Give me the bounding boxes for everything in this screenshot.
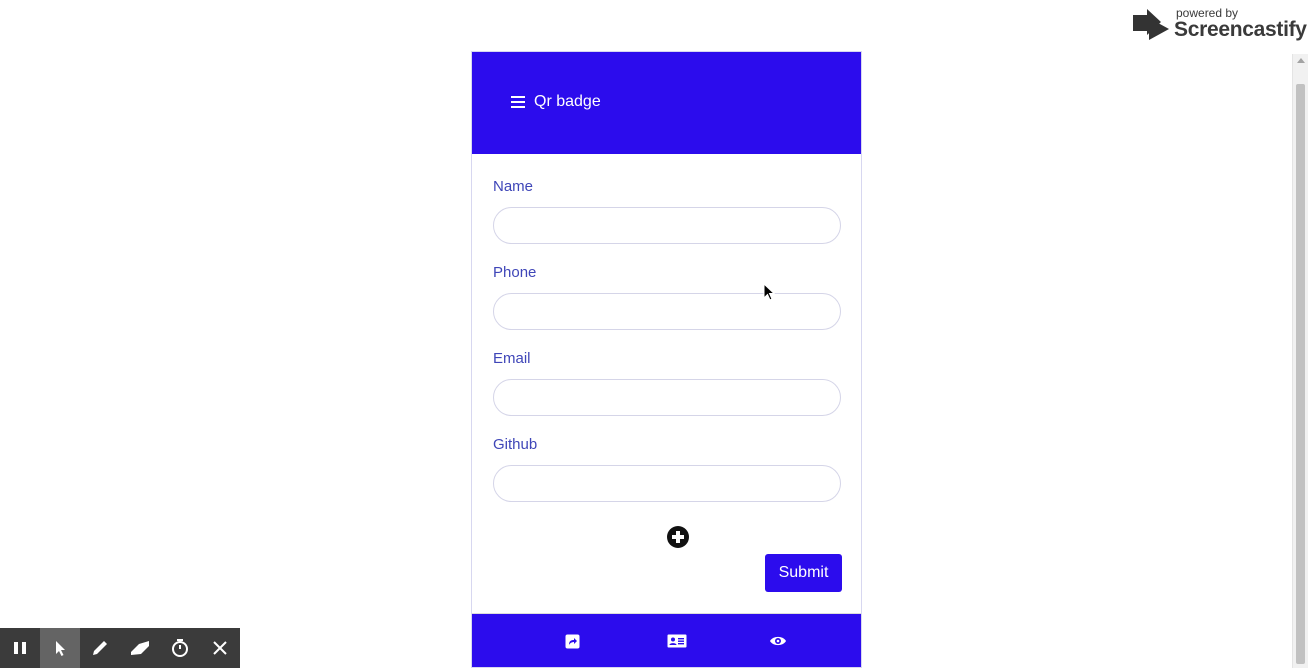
pointer-icon <box>56 641 65 656</box>
plus-circle-icon[interactable] <box>667 526 689 548</box>
phone-input[interactable] <box>493 293 841 330</box>
timer-button[interactable] <box>160 628 200 668</box>
timer-icon <box>172 639 188 657</box>
email-label: Email <box>493 350 531 367</box>
name-label: Name <box>493 178 534 195</box>
mouse-cursor-icon <box>763 283 775 301</box>
badge-form: Name Phone Email Github Submit <box>472 154 861 614</box>
app-title: Qr badge <box>534 93 601 110</box>
pen-tool-button[interactable] <box>80 628 120 668</box>
qr-badge-app: Qr badge Name Phone Email Github Submit <box>471 51 862 668</box>
hamburger-menu-icon[interactable] <box>511 96 525 108</box>
scroll-thumb[interactable] <box>1296 84 1305 664</box>
close-toolbar-button[interactable] <box>200 628 240 668</box>
pause-icon <box>14 642 26 654</box>
github-label: Github <box>493 436 538 453</box>
id-card-icon[interactable] <box>667 634 687 648</box>
scroll-up-arrow-icon[interactable] <box>1297 58 1305 63</box>
close-icon <box>213 641 227 655</box>
email-input[interactable] <box>493 379 841 416</box>
app-header: Qr badge <box>472 52 861 154</box>
pointer-tool-button[interactable] <box>40 628 80 668</box>
watermark-brand: Screencastify <box>1174 18 1307 41</box>
recording-toolbar <box>0 628 240 668</box>
eye-icon[interactable] <box>769 634 787 648</box>
eraser-tool-button[interactable] <box>120 628 160 668</box>
pause-button[interactable] <box>0 628 40 668</box>
pen-icon <box>93 641 107 655</box>
phone-label: Phone <box>493 264 537 281</box>
screencastify-logo-icon <box>1133 9 1169 40</box>
screencastify-watermark: powered by Screencastify <box>1133 6 1307 46</box>
github-input[interactable] <box>493 465 841 502</box>
bottom-nav <box>472 614 861 667</box>
eraser-icon <box>131 641 149 655</box>
vertical-scrollbar[interactable] <box>1292 54 1308 668</box>
page: powered by Screencastify Qr badge Name P… <box>0 0 1308 668</box>
share-icon[interactable] <box>565 634 580 649</box>
name-input[interactable] <box>493 207 841 244</box>
submit-button[interactable]: Submit <box>765 554 842 592</box>
